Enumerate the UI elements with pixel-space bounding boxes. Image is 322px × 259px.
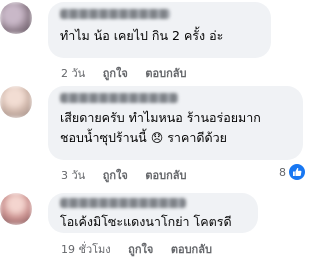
comment-bubble: เสียดายครับ ทำไมหนอ ร้านอร่อยมาก ชอบน้ำซ… (48, 86, 303, 160)
comment-actions: 19 ชั่วโมง ถูกใจ ตอบกลับ (61, 240, 226, 258)
comment-text-line-2: ชอบน้ำซุปร้านนี้ 😞 ราคาดีด้วย (60, 128, 227, 148)
like-link[interactable]: ถูกใจ (103, 64, 128, 82)
comment-bubble: โอเค้งมิโซะแดงนาโกย่า โคตรดี (48, 193, 258, 233)
reply-link[interactable]: ตอบกลับ (145, 166, 186, 184)
comment-text: โอเค้งมิโซะแดงนาโกย่า โคตรดี (60, 214, 232, 229)
comment-actions: 2 วัน ถูกใจ ตอบกลับ (61, 64, 200, 82)
comment-bubble: ทำไม น้อ เคยไป กิน 2 ครั้ง อ่ะ (48, 2, 271, 58)
author-name-blurred[interactable] (60, 198, 186, 208)
comment-text: ทำไม น้อ เคยไป กิน 2 ครั้ง อ่ะ (60, 28, 224, 43)
avatar[interactable] (0, 193, 32, 225)
comment-text-line-1: เสียดายครับ ทำไมหนอ ร้านอร่อยมาก (60, 110, 261, 125)
comment-text-line-2-start: ชอบน้ำซุปร้านนี้ (60, 130, 147, 145)
like-link[interactable]: ถูกใจ (103, 166, 128, 184)
timestamp[interactable]: 19 ชั่วโมง (61, 240, 111, 258)
thumbs-up-icon (289, 164, 305, 180)
reply-link[interactable]: ตอบกลับ (145, 64, 186, 82)
reaction-summary[interactable]: 8 (279, 164, 305, 180)
timestamp[interactable]: 2 วัน (61, 64, 85, 82)
reaction-count: 8 (279, 165, 286, 179)
avatar[interactable] (0, 86, 32, 118)
avatar[interactable] (0, 2, 32, 34)
disappointed-emoji-icon: 😞 (150, 131, 164, 145)
author-name-blurred[interactable] (60, 93, 178, 103)
comment-actions: 3 วัน ถูกใจ ตอบกลับ (61, 166, 200, 184)
like-link[interactable]: ถูกใจ (128, 240, 153, 258)
comment-text-line-2-end: ราคาดีด้วย (167, 130, 227, 145)
timestamp[interactable]: 3 วัน (61, 166, 85, 184)
author-name-blurred[interactable] (60, 9, 170, 19)
reply-link[interactable]: ตอบกลับ (171, 240, 212, 258)
